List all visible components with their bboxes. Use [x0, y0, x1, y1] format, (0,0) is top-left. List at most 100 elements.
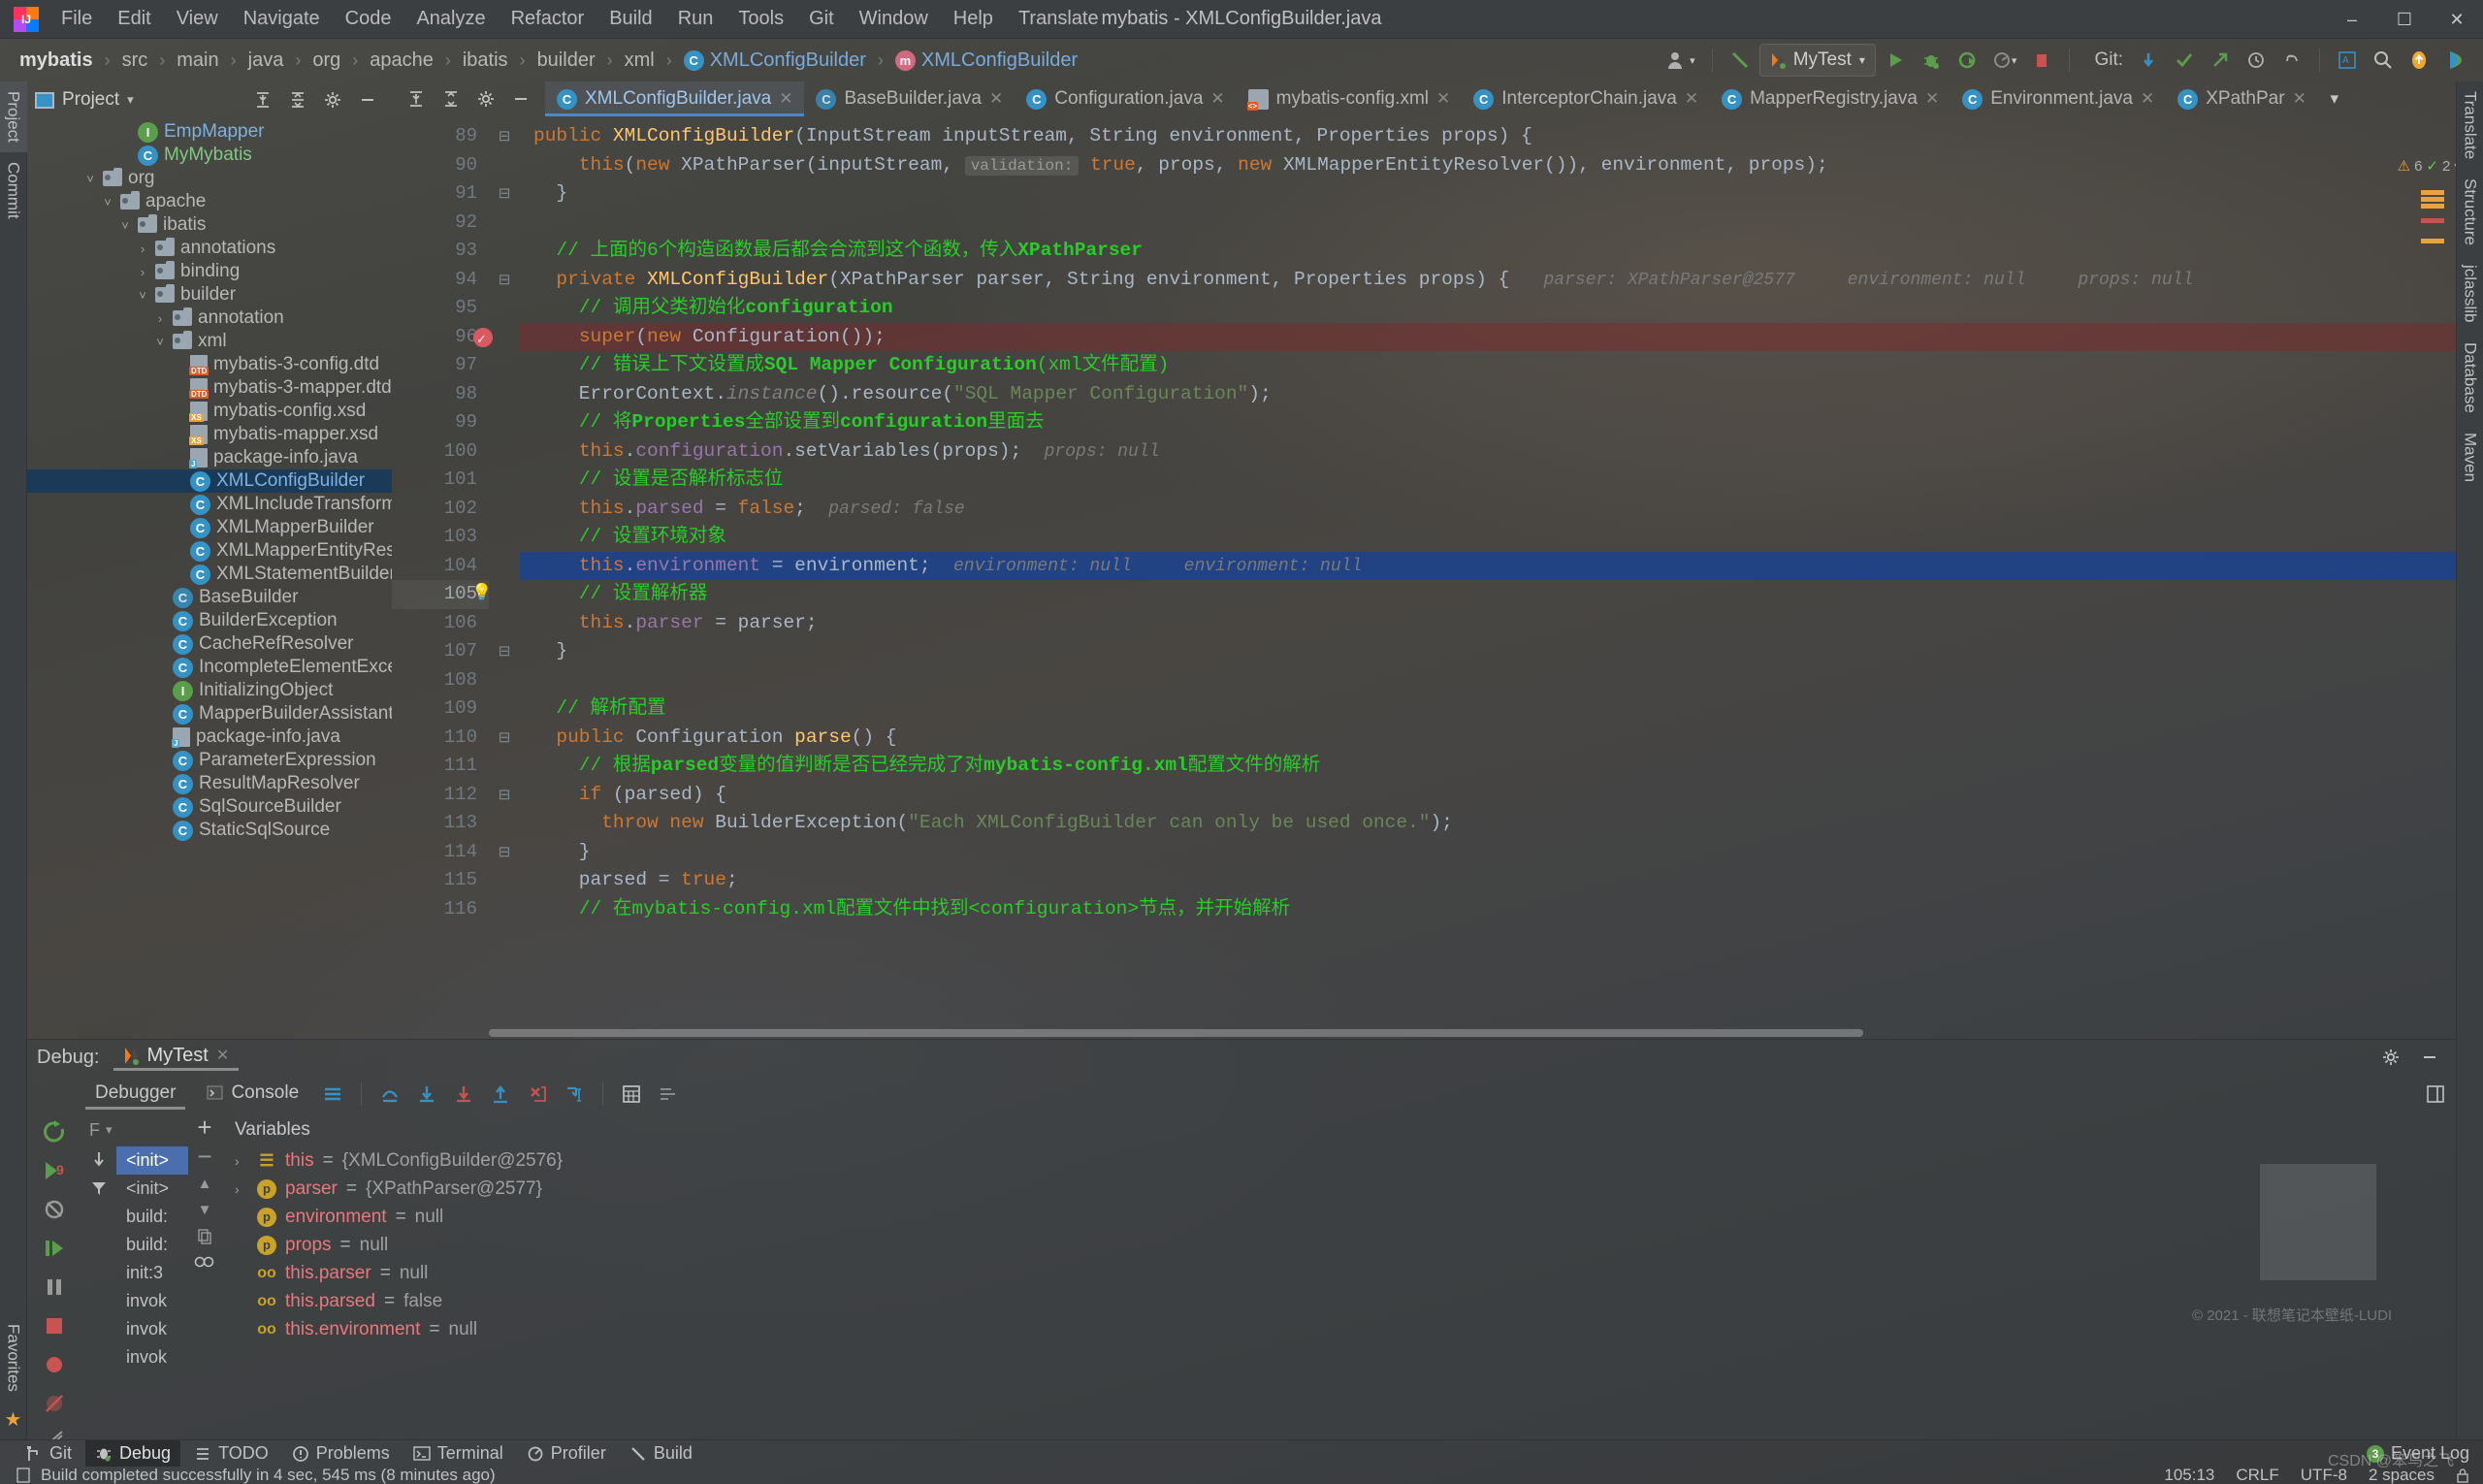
fold-marker[interactable] — [489, 694, 520, 724]
fold-marker[interactable] — [489, 609, 520, 638]
line-number[interactable]: 112 — [392, 781, 489, 810]
maximize-button[interactable]: ☐ — [2378, 0, 2431, 39]
search-icon[interactable] — [2367, 44, 2400, 77]
fold-marker[interactable]: ⊟ — [489, 838, 520, 867]
gear-icon[interactable] — [469, 82, 502, 115]
editor-tab[interactable]: C XPathPar ✕ — [2166, 81, 2318, 116]
line-number[interactable]: 116 — [392, 895, 489, 924]
code-line[interactable]: } — [520, 179, 2456, 209]
variable-row[interactable]: › p parser = {XPathParser@2577} — [221, 1175, 2456, 1203]
fold-marker[interactable]: ⊟ — [489, 724, 520, 753]
tree-item[interactable]: C BuilderException — [27, 609, 392, 632]
close-icon[interactable]: ✕ — [2141, 89, 2154, 109]
breadcrumb-main[interactable]: main — [171, 48, 224, 74]
evaluate-expression-icon[interactable] — [615, 1078, 648, 1111]
chevron-right-icon[interactable]: › — [153, 311, 167, 326]
move-down-icon[interactable]: ▼ — [198, 1202, 212, 1218]
tab-list-chevron-icon[interactable]: ▾ — [2318, 82, 2351, 115]
editor-horizontal-scrollbar[interactable] — [489, 1029, 2398, 1039]
git-history-icon[interactable] — [2240, 44, 2273, 77]
line-number[interactable]: 111 — [392, 752, 489, 781]
code-line[interactable]: // 解析配置 — [520, 694, 2456, 724]
chevron-down-icon[interactable]: ▾ — [106, 1122, 113, 1138]
fold-marker[interactable] — [489, 237, 520, 266]
menu-item-help[interactable]: Help — [941, 4, 1006, 34]
code-line[interactable]: super(new Configuration()); — [520, 322, 2456, 351]
fold-marker[interactable] — [489, 151, 520, 180]
build-hammer-icon[interactable] — [1724, 44, 1757, 77]
stack-frame-row[interactable]: invok — [116, 1315, 188, 1343]
close-icon[interactable]: ✕ — [779, 89, 792, 109]
tree-item[interactable]: I EmpMapper — [27, 120, 392, 144]
fold-marker[interactable]: ⊟ — [489, 179, 520, 209]
tool-tab-jclasslib[interactable]: jclasslib — [2457, 255, 2483, 333]
line-number[interactable]: 92 — [392, 209, 489, 238]
editor-tab[interactable]: C Configuration.java ✕ — [1015, 81, 1236, 116]
code-line[interactable]: this.environment = environment; environm… — [520, 551, 2456, 580]
tree-item[interactable]: › annotations — [27, 237, 392, 260]
menu-item-edit[interactable]: Edit — [105, 4, 163, 34]
breadcrumb-class[interactable]: C XMLConfigBuilder — [678, 48, 872, 74]
line-number[interactable]: 96 — [392, 323, 493, 354]
code-line[interactable]: parsed = true; — [520, 866, 2456, 895]
close-icon[interactable]: ✕ — [1436, 89, 1450, 109]
chevron-right-icon[interactable]: › — [136, 265, 149, 279]
tree-item[interactable]: C SqlSourceBuilder — [27, 795, 392, 819]
stack-frame-row[interactable]: <init> — [116, 1146, 188, 1175]
tree-item[interactable]: XS mybatis-config.xsd — [27, 400, 392, 423]
tree-item[interactable]: C XMLConfigBuilder — [27, 469, 392, 493]
breadcrumb-project[interactable]: mybatis — [14, 48, 99, 74]
tree-item[interactable]: I InitializingObject — [27, 679, 392, 702]
code-line[interactable]: ErrorContext.instance().resource("SQL Ma… — [520, 380, 2456, 409]
fold-marker[interactable] — [489, 580, 520, 609]
code-line[interactable]: // 错误上下文设置成SQL Mapper Configuration(xml文… — [520, 351, 2456, 380]
fold-marker[interactable] — [489, 523, 520, 552]
breadcrumb-builder[interactable]: builder — [532, 48, 601, 74]
line-number[interactable]: 99 — [392, 408, 489, 437]
close-icon[interactable]: ✕ — [2293, 89, 2306, 109]
variable-row[interactable]: p environment = null — [221, 1203, 2456, 1231]
undo-icon[interactable] — [2275, 44, 2308, 77]
fold-marker[interactable]: ⊟ — [489, 122, 520, 151]
tree-item[interactable]: C BaseBuilder — [27, 586, 392, 609]
line-number[interactable]: 95 — [392, 294, 489, 323]
tool-tab-translate[interactable]: Translate — [2457, 81, 2483, 169]
tree-item[interactable]: C IncompleteElementException — [27, 656, 392, 679]
inspection-markers[interactable] — [2421, 188, 2446, 245]
menu-item-translate[interactable]: Translate — [1006, 4, 1112, 34]
code-line[interactable]: } — [520, 637, 2456, 666]
variable-row[interactable]: p props = null — [221, 1231, 2456, 1259]
editor-tab[interactable]: C XMLConfigBuilder.java ✕ — [545, 81, 805, 116]
stack-frame-row[interactable]: build: — [116, 1231, 188, 1259]
menu-item-run[interactable]: Run — [665, 4, 726, 34]
breadcrumb-src[interactable]: src — [116, 48, 154, 74]
editor-tab[interactable]: C Environment.java ✕ — [1951, 81, 2166, 116]
editor-tab[interactable]: C InterceptorChain.java ✕ — [1462, 81, 1710, 116]
fold-marker[interactable] — [489, 552, 520, 581]
code-line[interactable]: this.configuration.setVariables(props); … — [520, 437, 2456, 467]
tree-item[interactable]: DTD mybatis-3-config.dtd — [27, 353, 392, 376]
line-number[interactable]: 90 — [392, 151, 489, 180]
close-icon[interactable]: ✕ — [1685, 89, 1698, 109]
fold-marker[interactable] — [489, 380, 520, 409]
step-out-icon[interactable] — [484, 1078, 517, 1111]
close-icon[interactable]: ✕ — [1210, 89, 1224, 109]
variable-row[interactable]: oo this.environment = null — [221, 1315, 2456, 1343]
line-number[interactable]: 91 — [392, 179, 489, 209]
stack-frame-row[interactable]: invok — [116, 1343, 188, 1371]
tree-item[interactable]: ˅ org — [27, 167, 392, 190]
tool-tab-project[interactable]: Project — [0, 81, 27, 152]
stack-frame-row[interactable]: init:3 — [116, 1259, 188, 1287]
tree-item[interactable]: C ParameterExpression — [27, 749, 392, 772]
tab-console[interactable]: Console — [193, 1079, 312, 1110]
code-line[interactable]: // 设置环境对象 — [520, 523, 2456, 552]
chevron-down-icon[interactable]: ˅ — [101, 195, 114, 210]
profile-button[interactable]: ▾ — [1986, 44, 2023, 77]
stack-frame-row[interactable]: invok — [116, 1287, 188, 1315]
variable-row[interactable]: oo this.parser = null — [221, 1259, 2456, 1287]
variable-row[interactable]: › ☰ this = {XMLConfigBuilder@2576} — [221, 1146, 2456, 1175]
git-update-icon[interactable] — [2132, 44, 2165, 77]
menu-item-window[interactable]: Window — [847, 4, 941, 34]
code-line[interactable]: // 在mybatis-config.xml配置文件中找到<configurat… — [520, 895, 2456, 924]
chevron-down-icon[interactable]: ˅ — [136, 288, 149, 303]
